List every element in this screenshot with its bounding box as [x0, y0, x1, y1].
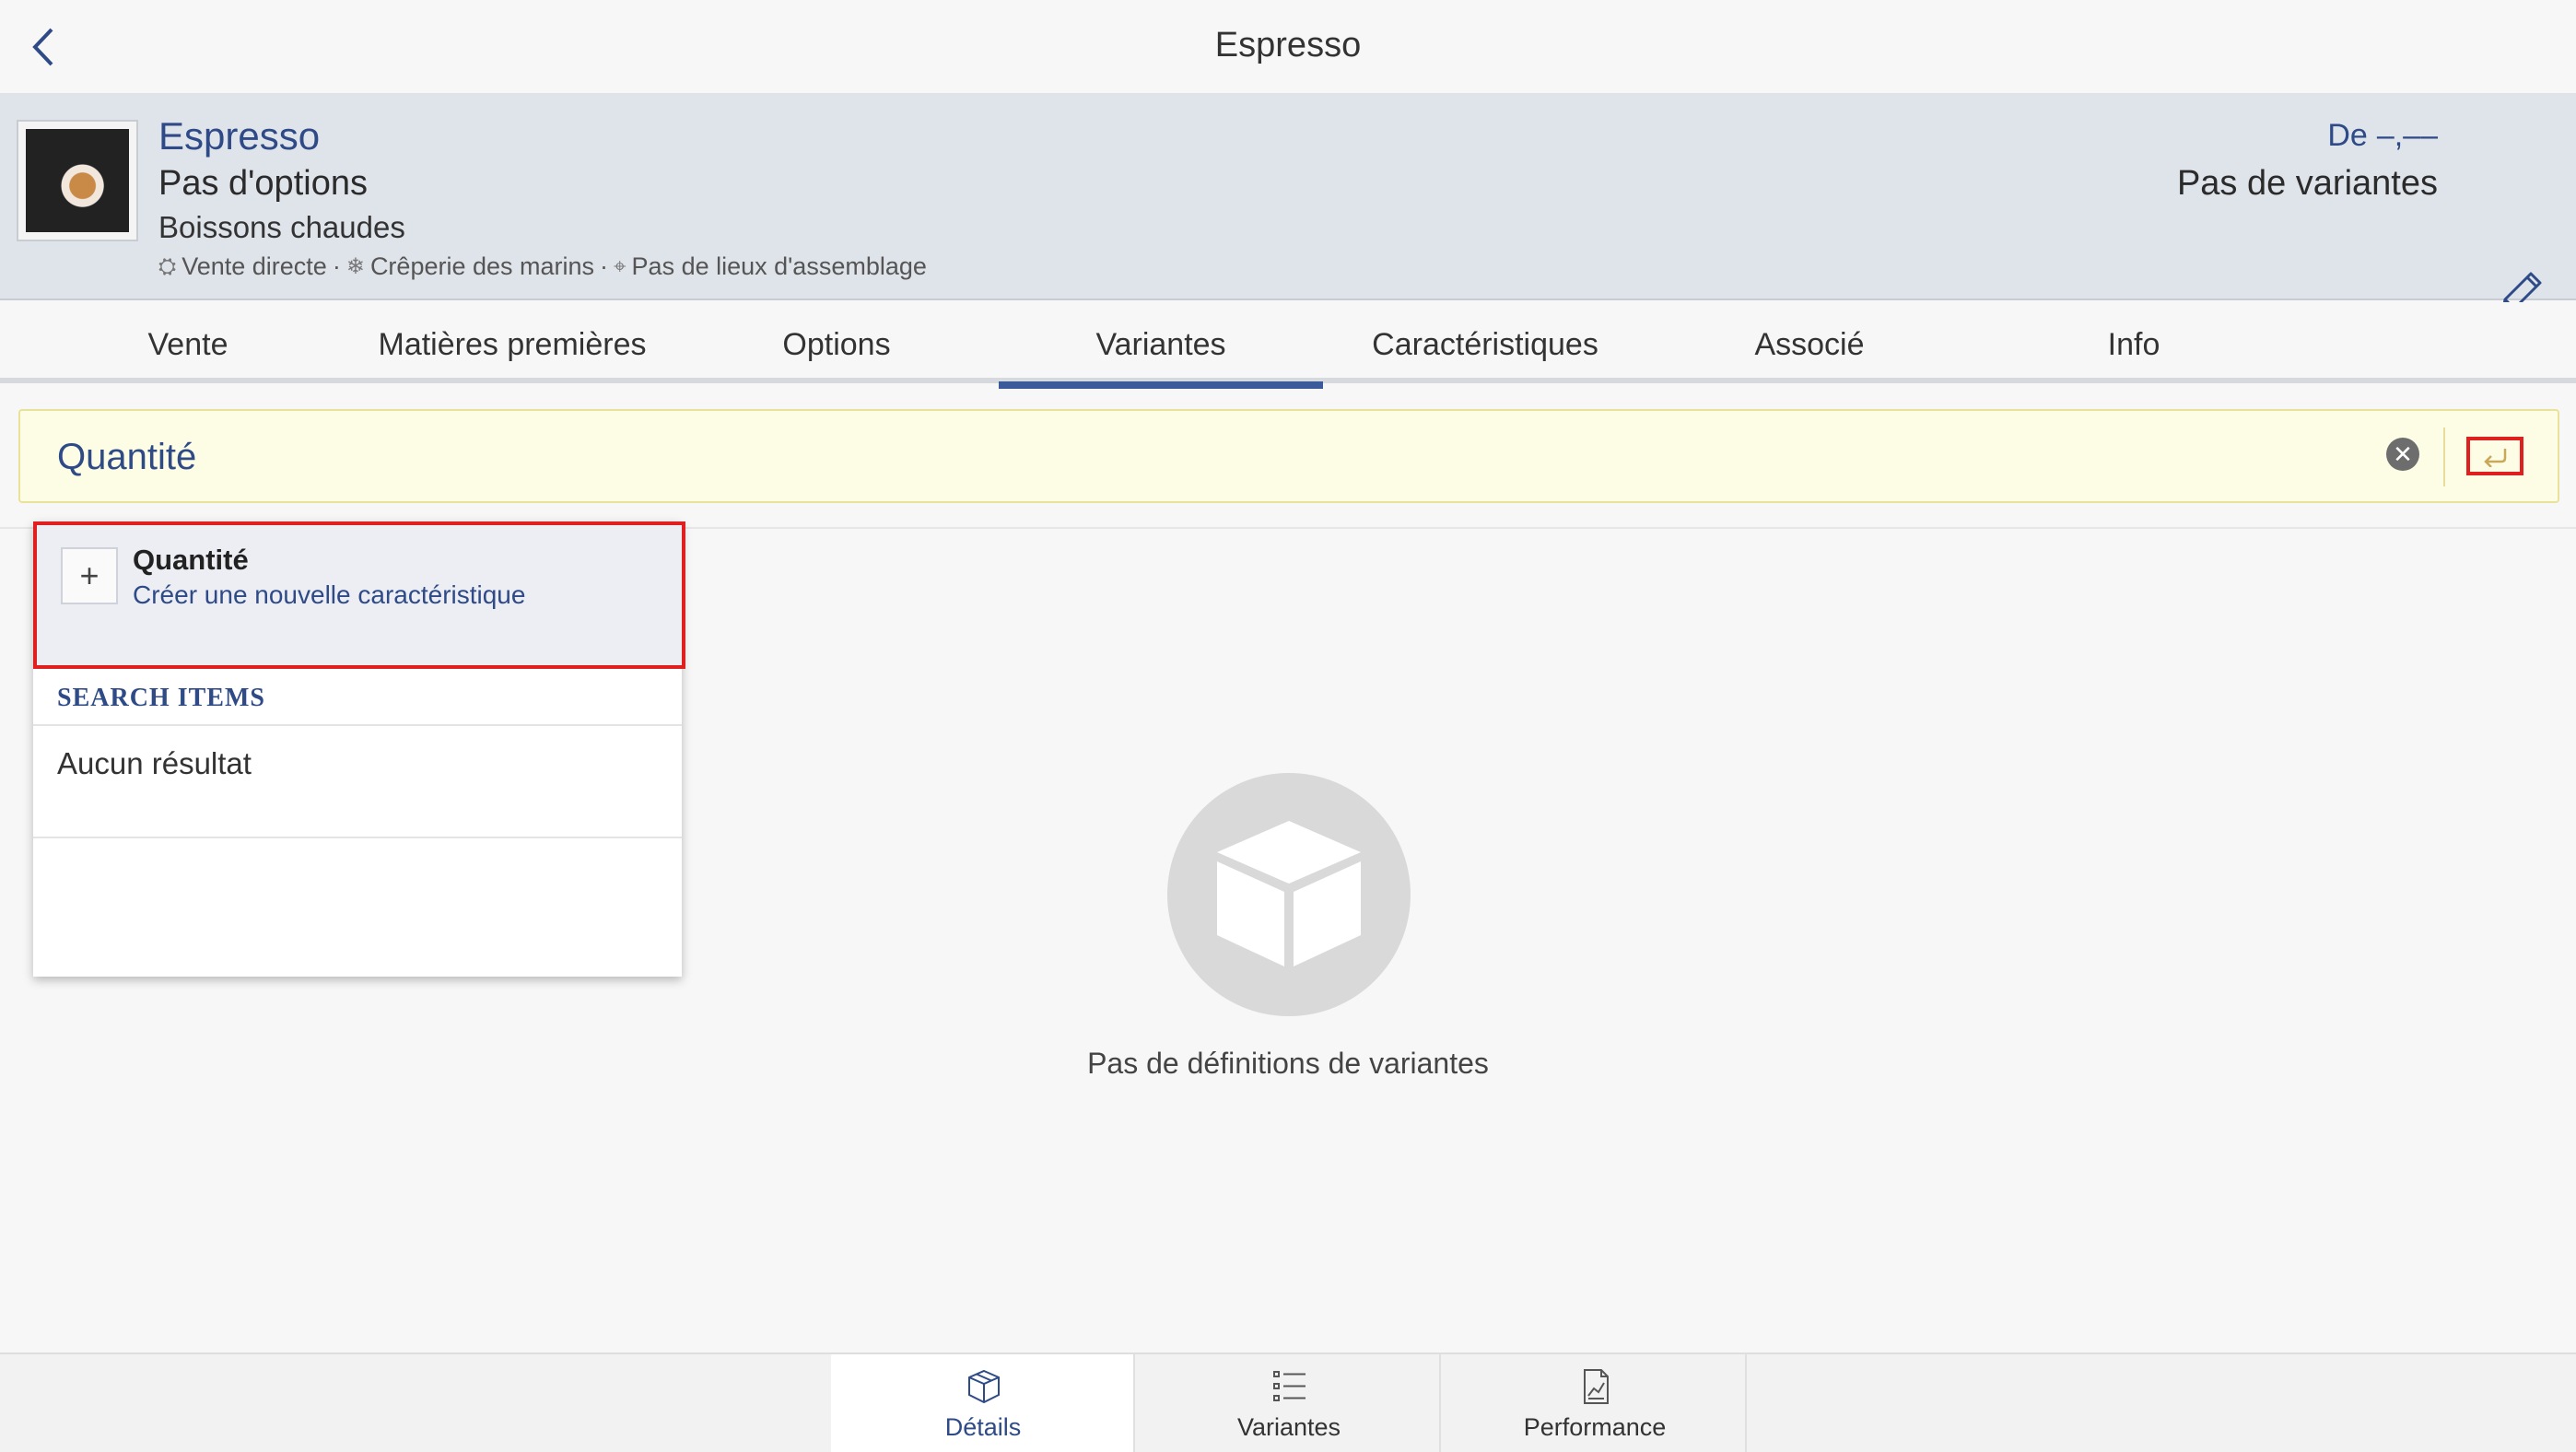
price-prefix: De [2327, 118, 2368, 153]
product-options: Pas d'options [158, 164, 368, 203]
close-icon: ✕ [2393, 440, 2413, 468]
plus-icon: + [61, 547, 118, 604]
empty-state-text: Pas de définitions de variantes [1087, 1047, 1489, 1080]
meta-location: Crêperie des marins [369, 252, 595, 280]
product-name: Espresso [158, 114, 321, 158]
top-bar: Espresso [0, 0, 2576, 94]
enter-button[interactable] [2466, 437, 2523, 475]
box-icon [968, 1369, 1000, 1404]
search-results-dropdown: + Quantité Créer une nouvelle caractéris… [33, 521, 685, 977]
chart-doc-icon [1584, 1369, 1609, 1404]
meta-assembly: Pas de lieux d'assemblage [631, 252, 927, 280]
product-header: Espresso Pas d'options Boissons chaudes … [0, 94, 2576, 312]
bottom-tab-label: Variantes [1236, 1413, 1341, 1441]
variants-state: Pas de variantes [2176, 164, 2438, 203]
bottom-tab-performance[interactable]: Performance [1443, 1354, 1747, 1452]
divider [2443, 427, 2445, 486]
product-image [17, 120, 138, 241]
tab-info[interactable]: Info [1972, 302, 2296, 383]
tab-associe[interactable]: Associé [1647, 302, 1972, 383]
product-meta: ⛭ Vente directe · ❄ Crêperie des marins … [158, 252, 927, 281]
direct-sale-icon: ⛭ [158, 253, 177, 279]
tab-variantes[interactable]: Variantes [999, 302, 1323, 389]
search-input[interactable] [57, 429, 2360, 485]
bottom-tab-details[interactable]: Détails [831, 1354, 1135, 1452]
page-title: Espresso [1214, 26, 1362, 64]
divider [33, 724, 682, 726]
list-icon [1273, 1371, 1306, 1401]
meta-direct-sale: Vente directe [181, 252, 327, 280]
meta-separator: · [600, 252, 609, 280]
tab-options[interactable]: Options [649, 302, 1025, 383]
no-results-text: Aucun résultat [57, 746, 252, 780]
bottom-tab-label: Détails [944, 1413, 1022, 1441]
create-characteristic-option[interactable]: + Quantité Créer une nouvelle caractéris… [33, 521, 685, 669]
divider [33, 837, 682, 838]
price-range: De –,–– [2327, 118, 2438, 154]
tab-vente[interactable]: Vente [0, 302, 376, 383]
enter-icon [2484, 449, 2507, 467]
section-header: SEARCH ITEMS [57, 684, 265, 712]
tab-caracteristiques[interactable]: Caractéristiques [1323, 302, 1647, 383]
create-option-title: Quantité [133, 544, 249, 576]
create-option-subtitle: Créer une nouvelle caractéristique [133, 580, 526, 609]
clear-search-button[interactable]: ✕ [2386, 438, 2419, 471]
product-category: Boissons chaudes [158, 210, 405, 244]
search-bar: ✕ [18, 409, 2559, 503]
location-pin-icon: ⌖ [614, 253, 626, 279]
meta-separator: · [332, 252, 341, 280]
bottom-tab-bar: Détails Variantes Performance [0, 1352, 2576, 1452]
tab-bar: Vente Matières premières Options Variant… [0, 302, 2576, 389]
bottom-tab-variantes[interactable]: Variantes [1137, 1354, 1441, 1452]
tab-matieres-premieres[interactable]: Matières premières [376, 302, 649, 383]
box-icon [1217, 821, 1361, 966]
bottom-tab-label: Performance [1523, 1413, 1667, 1441]
snowflake-icon: ❄ [345, 254, 365, 279]
price-value: –,–– [2376, 118, 2438, 153]
empty-state-illustration [1167, 773, 1411, 1016]
